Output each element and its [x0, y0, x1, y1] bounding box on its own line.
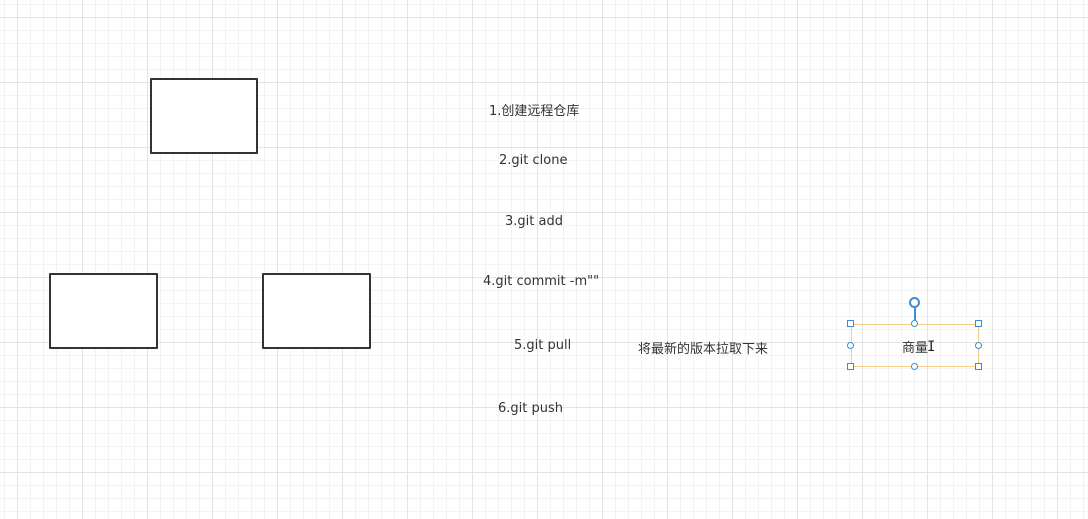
text-cursor-icon: I: [927, 339, 936, 355]
step-1-label[interactable]: 1.创建远程仓库: [489, 100, 579, 119]
pull-note-label[interactable]: 将最新的版本拉取下来: [638, 338, 768, 357]
rotate-handle-icon[interactable]: [909, 297, 920, 308]
shape-bottom-left-rectangle[interactable]: [49, 273, 158, 349]
resize-handle-right[interactable]: [975, 342, 982, 349]
shape-top-rectangle[interactable]: [150, 78, 258, 154]
step-4-label[interactable]: 4.git commit -m"": [483, 274, 599, 289]
resize-handle-top-right[interactable]: [975, 320, 982, 327]
resize-handle-bottom[interactable]: [911, 363, 918, 370]
selected-text-shape[interactable]: 商量: [851, 324, 979, 367]
shape-bottom-right-rectangle[interactable]: [262, 273, 371, 349]
resize-handle-top[interactable]: [911, 320, 918, 327]
resize-handle-top-left[interactable]: [847, 320, 854, 327]
resize-handle-bottom-right[interactable]: [975, 363, 982, 370]
selected-text-content[interactable]: 商量: [852, 337, 978, 356]
step-2-label[interactable]: 2.git clone: [499, 153, 567, 168]
resize-handle-bottom-left[interactable]: [847, 363, 854, 370]
step-6-label[interactable]: 6.git push: [498, 401, 563, 416]
step-5-label[interactable]: 5.git pull: [514, 338, 571, 353]
step-3-label[interactable]: 3.git add: [505, 214, 563, 229]
resize-handle-left[interactable]: [847, 342, 854, 349]
